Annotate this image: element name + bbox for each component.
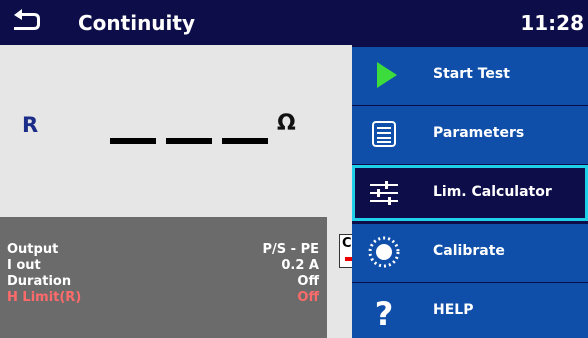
title-bar: Continuity 11:28	[0, 0, 588, 45]
options-menu: Start Test Parameters Lim. Calculator Ca…	[352, 45, 588, 338]
menu-label: Lim. Calculator	[433, 184, 552, 200]
placeholder-dash	[110, 138, 156, 144]
continuity-screen: Continuity 11:28 R Ω Output P/S - PE I o…	[0, 0, 588, 338]
calibrate-button[interactable]: Calibrate	[352, 224, 588, 282]
question-icon: ?	[375, 295, 394, 329]
placeholder-dash	[166, 138, 212, 144]
parameters-button[interactable]: Parameters	[352, 106, 588, 164]
partial-indicator-label: C	[342, 236, 352, 251]
play-icon	[377, 62, 397, 88]
red-marker	[345, 257, 352, 261]
menu-label: Parameters	[433, 125, 525, 141]
parameter-row: I out 0.2 A	[7, 258, 319, 274]
parameter-row: Output P/S - PE	[7, 242, 319, 258]
start-test-button[interactable]: Start Test	[352, 47, 588, 105]
parameter-value: Off	[297, 274, 319, 289]
calibrate-icon	[368, 236, 400, 268]
menu-label: HELP	[433, 302, 474, 318]
parameter-value: P/S - PE	[262, 242, 320, 257]
parameter-name: Duration	[7, 274, 72, 289]
result-label: R	[22, 113, 39, 137]
back-button[interactable]	[10, 6, 44, 36]
back-arrow-icon	[14, 9, 40, 30]
parameter-name: Output	[7, 242, 59, 257]
parameter-value: Off	[297, 290, 319, 305]
lim-calculator-button[interactable]: Lim. Calculator	[352, 165, 588, 223]
sliders-icon	[370, 181, 398, 205]
parameter-row: Duration Off	[7, 274, 319, 290]
parameter-name: H Limit(R)	[7, 290, 82, 305]
menu-label: Start Test	[433, 66, 510, 82]
clock: 11:28	[520, 11, 584, 35]
parameter-value: 0.2 A	[281, 258, 319, 273]
svg-text:?: ?	[375, 295, 394, 329]
result-unit: Ω	[277, 111, 296, 136]
page-title: Continuity	[78, 11, 196, 35]
measurement-area: R Ω Output P/S - PE I out 0.2 A Duration…	[0, 45, 352, 338]
placeholder-dash	[222, 138, 268, 144]
result-value-placeholder	[110, 138, 268, 145]
help-button[interactable]: ? HELP	[352, 283, 588, 338]
parameter-row: H Limit(R) Off	[7, 290, 319, 306]
parameter-name: I out	[7, 258, 41, 273]
menu-label: Calibrate	[433, 243, 505, 259]
parameter-panel: Output P/S - PE I out 0.2 A Duration Off…	[0, 217, 327, 338]
list-icon	[372, 121, 396, 147]
